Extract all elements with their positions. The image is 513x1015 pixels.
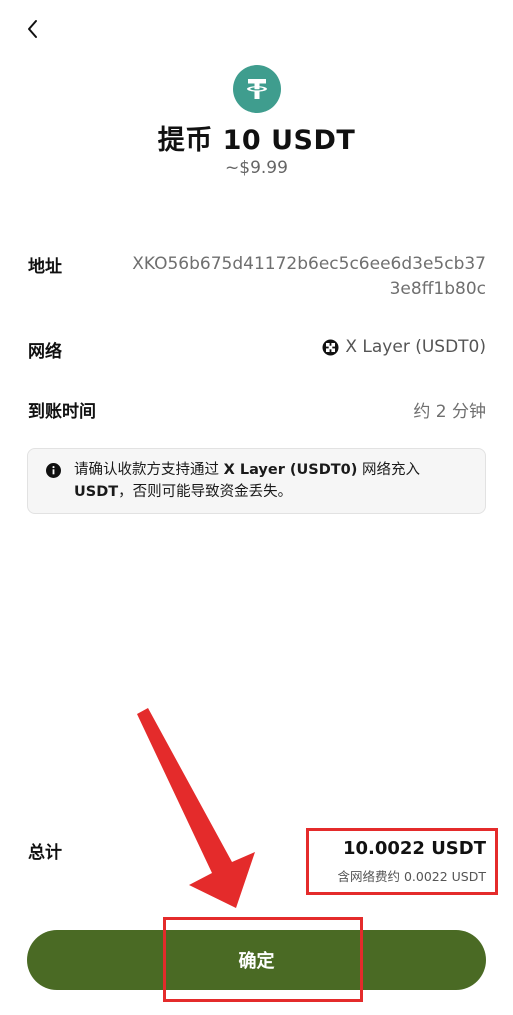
address-value: XKO56b675d41172b6ec5c6ee6d3e5cb373e8ff1b… — [132, 254, 486, 299]
confirm-button[interactable]: 确定 — [27, 930, 486, 990]
tether-usdt-icon — [233, 65, 281, 113]
total-label: 总计 — [28, 843, 62, 863]
notice-text-2: 网络充入 — [357, 462, 420, 478]
notice-network: X Layer (USDT0) — [223, 462, 358, 478]
network-value: X Layer (USDT0) — [322, 337, 486, 357]
back-button[interactable] — [16, 12, 50, 46]
arrival-time-value: 约 2 分钟 — [413, 402, 486, 422]
page-title: 提币 10 USDT — [157, 125, 356, 156]
total-amount: 10.0022 USDT — [342, 838, 486, 859]
fiat-value: ~$9.99 — [225, 158, 288, 178]
network-label: 网络 — [28, 342, 62, 362]
notice-token: USDT — [74, 484, 119, 500]
network-name: X Layer (USDT0) — [345, 337, 486, 357]
network-fee-note: 含网络费约 0.0022 USDT — [337, 869, 486, 884]
warning-notice: 请确认收款方支持通过 X Layer (USDT0) 网络充入 USDT，否则可… — [27, 448, 486, 514]
notice-text-3: ，否则可能导致资金丢失。 — [118, 484, 293, 500]
address-label: 地址 — [28, 257, 62, 277]
arrival-time-label: 到账时间 — [28, 402, 96, 422]
x-layer-icon — [322, 339, 339, 355]
info-icon — [46, 463, 61, 478]
notice-text-1: 请确认收款方支持通过 — [74, 462, 224, 478]
chevron-left-icon — [28, 20, 37, 38]
